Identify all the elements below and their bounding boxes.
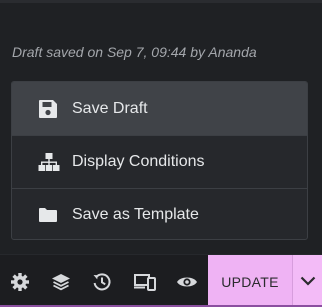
history-button[interactable] xyxy=(82,255,122,307)
menu-item-save-as-template[interactable]: Save as Template xyxy=(12,188,307,239)
menu-item-label: Save as Template xyxy=(72,206,199,223)
folder-icon xyxy=(38,205,60,225)
navigator-button[interactable] xyxy=(41,255,81,307)
gear-icon xyxy=(10,272,30,292)
menu-item-label: Save Draft xyxy=(72,99,148,117)
settings-button[interactable] xyxy=(0,255,40,307)
menu-item-label: Display Conditions xyxy=(72,153,205,170)
menu-item-save-draft[interactable]: Save Draft xyxy=(12,82,307,135)
eye-icon xyxy=(176,274,198,290)
update-button[interactable]: UPDATE xyxy=(208,255,292,307)
history-icon xyxy=(92,272,112,292)
layers-icon xyxy=(51,272,71,292)
responsive-mode-button[interactable] xyxy=(125,255,165,307)
responsive-icon xyxy=(134,273,156,291)
save-options-toggle[interactable] xyxy=(292,255,322,307)
sitemap-icon xyxy=(38,152,60,172)
publish-panel: Draft saved on Sep 7, 09:44 by Ananda Sa… xyxy=(0,0,322,307)
menu-item-display-conditions[interactable]: Display Conditions xyxy=(12,135,307,188)
save-options-menu: Save Draft Display Conditions Save as Te… xyxy=(11,81,308,240)
floppy-disk-icon xyxy=(38,99,60,119)
chevron-down-icon xyxy=(300,273,316,291)
bottom-toolbar: UPDATE xyxy=(0,254,322,307)
draft-status-text: Draft saved on Sep 7, 09:44 by Ananda xyxy=(12,44,257,60)
preview-button[interactable] xyxy=(167,255,207,307)
panel-top-divider xyxy=(0,0,322,3)
